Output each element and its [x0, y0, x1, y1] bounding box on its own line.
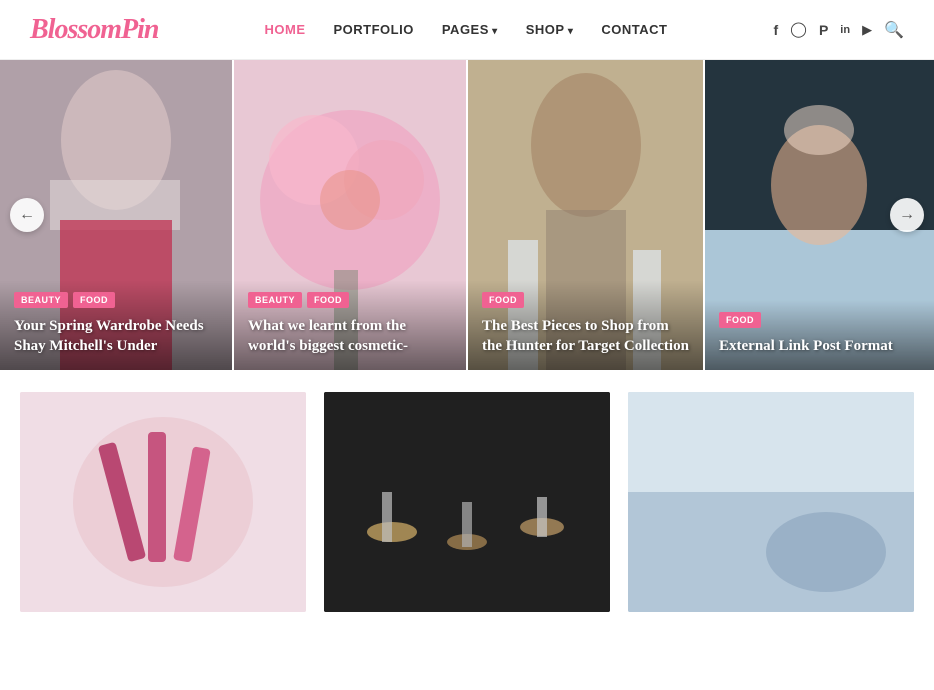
slide-4-overlay: FOOD External Link Post Format — [705, 300, 934, 370]
slider-next-button[interactable]: → — [890, 198, 924, 232]
slide-2-title: What we learnt from the world's biggest … — [248, 316, 452, 357]
site-header: BlossomPin HOME PORTFOLIO PAGES SHOP CON… — [0, 0, 934, 60]
nav-portfolio[interactable]: PORTFOLIO — [334, 22, 414, 37]
card-2[interactable] — [324, 392, 610, 612]
main-nav: HOME PORTFOLIO PAGES SHOP CONTACT — [265, 22, 668, 37]
card-1[interactable] — [20, 392, 306, 612]
card-3[interactable] — [628, 392, 914, 612]
tag-food-2: FOOD — [307, 292, 349, 308]
tag-food-4: FOOD — [719, 312, 761, 328]
featured-cards — [0, 370, 934, 612]
instagram-icon[interactable]: ◯ — [790, 20, 807, 39]
slide-3-overlay: FOOD The Best Pieces to Shop from the Hu… — [468, 280, 703, 371]
linkedin-icon[interactable]: in — [840, 24, 850, 36]
slide-1-overlay: BEAUTY FOOD Your Spring Wardrobe Needs S… — [0, 280, 232, 371]
youtube-icon[interactable]: ▶ — [862, 22, 872, 38]
tag-food-3: FOOD — [482, 292, 524, 308]
nav-home[interactable]: HOME — [265, 22, 306, 37]
card-1-image — [20, 392, 306, 612]
social-icons: f ◯ P in ▶ 🔍 — [773, 20, 904, 40]
slide-1-tags: BEAUTY FOOD — [14, 292, 218, 308]
pinterest-icon[interactable]: P — [819, 22, 828, 38]
search-icon[interactable]: 🔍 — [884, 20, 904, 40]
nav-shop[interactable]: SHOP — [526, 22, 574, 37]
slide-4-tags: FOOD — [719, 312, 920, 328]
tag-beauty: BEAUTY — [14, 292, 68, 308]
slide-3-title: The Best Pieces to Shop from the Hunter … — [482, 316, 689, 357]
slide-1-title: Your Spring Wardrobe Needs Shay Mitchell… — [14, 316, 218, 357]
logo-pink: Pin — [121, 14, 158, 45]
site-logo[interactable]: BlossomPin — [30, 14, 159, 46]
card-2-image — [324, 392, 610, 612]
card-3-image — [628, 392, 914, 612]
slide-4-title: External Link Post Format — [719, 336, 920, 356]
tag-beauty-2: BEAUTY — [248, 292, 302, 308]
slide-2-tags: BEAUTY FOOD — [248, 292, 452, 308]
hero-slider: ← BEAUTY FOOD Your Spring Wardrobe Needs… — [0, 60, 934, 370]
facebook-icon[interactable]: f — [773, 22, 778, 38]
nav-pages[interactable]: PAGES — [442, 22, 498, 37]
slide-3-tags: FOOD — [482, 292, 689, 308]
slide-2-overlay: BEAUTY FOOD What we learnt from the worl… — [234, 280, 466, 371]
slide-2[interactable]: BEAUTY FOOD What we learnt from the worl… — [234, 60, 466, 370]
nav-contact[interactable]: CONTACT — [601, 22, 667, 37]
slide-3[interactable]: FOOD The Best Pieces to Shop from the Hu… — [468, 60, 703, 370]
logo-black: Blossom — [30, 14, 121, 45]
tag-food: FOOD — [73, 292, 115, 308]
slider-prev-button[interactable]: ← — [10, 198, 44, 232]
